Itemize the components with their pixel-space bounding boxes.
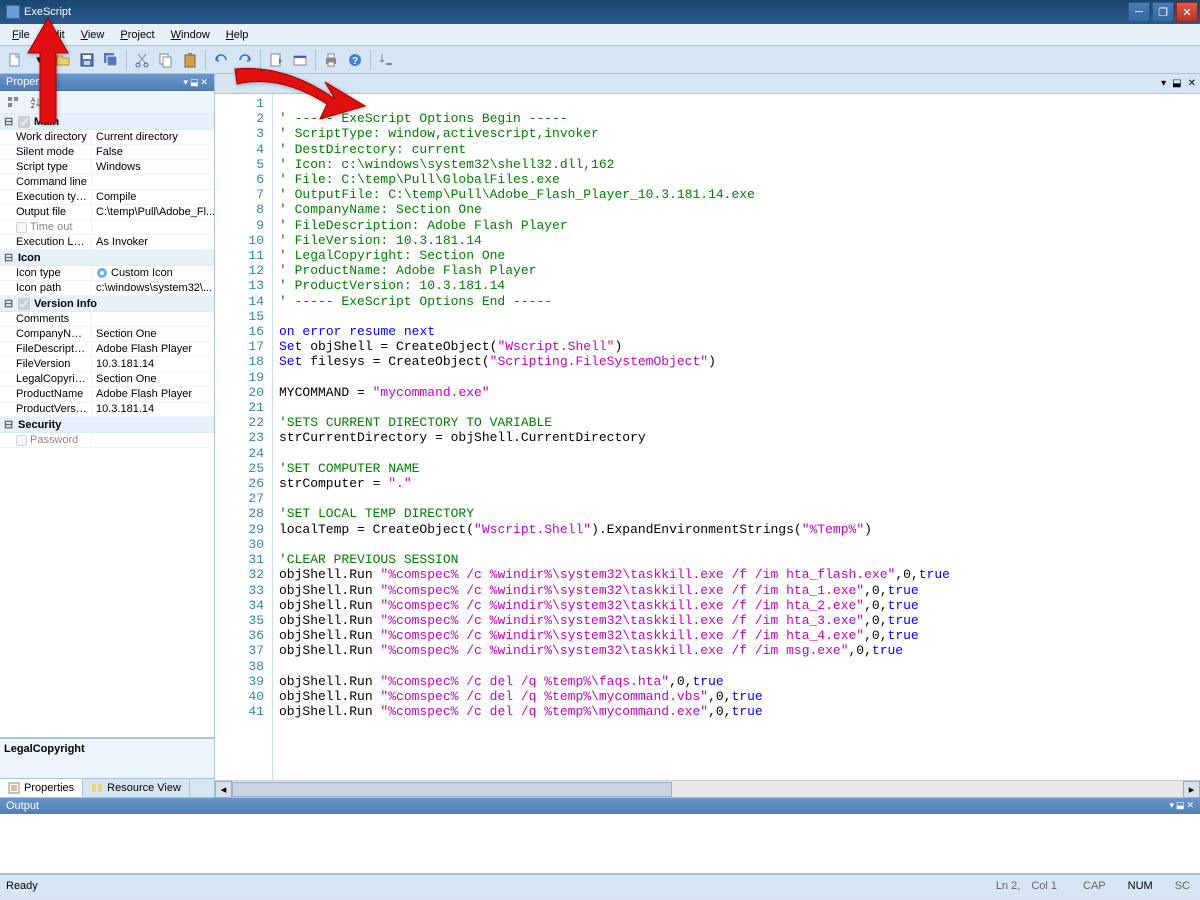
svg-text:Z: Z: [31, 104, 35, 108]
menubar: FileEditViewProjectWindowHelp: [0, 24, 1200, 46]
prop-password[interactable]: Password: [0, 433, 214, 448]
prop-legalcopyright[interactable]: LegalCopyrightSection One: [0, 372, 214, 387]
output-header: Output ▾ ⬓ ✕: [0, 798, 1200, 814]
menu-window[interactable]: Window: [163, 27, 218, 43]
prop-productname[interactable]: ProductNameAdobe Flash Player: [0, 387, 214, 402]
prop-comments[interactable]: Comments: [0, 312, 214, 327]
redo-icon[interactable]: [234, 49, 256, 71]
prop-command-line[interactable]: Command line: [0, 175, 214, 190]
alphabetical-icon[interactable]: AZ: [26, 93, 44, 111]
horizontal-scrollbar[interactable]: ◂ ▸: [215, 780, 1200, 797]
cut-icon[interactable]: [131, 49, 153, 71]
property-description: LegalCopyright: [0, 738, 214, 778]
status-cap: CAP: [1079, 880, 1110, 892]
tab-properties[interactable]: Properties: [0, 779, 83, 797]
prop-time-out[interactable]: Time out: [0, 220, 214, 235]
save-icon[interactable]: [76, 49, 98, 71]
code-content[interactable]: ' ----- ExeScript Options Begin -----' S…: [273, 94, 1200, 780]
prop-fileversion[interactable]: FileVersion10.3.181.14: [0, 357, 214, 372]
editor-panel: ▾ ⬓ ✕ 1234567891011121314151617181920212…: [215, 74, 1200, 797]
scroll-left-icon[interactable]: ◂: [215, 781, 232, 798]
properties-header: Properties ▾ ⬓ ✕: [0, 74, 214, 91]
app-title: ExeScript: [24, 6, 71, 18]
prop-work-directory[interactable]: Work directoryCurrent directory: [0, 130, 214, 145]
properties-panel: Properties ▾ ⬓ ✕ AZ ⊟MainWork directoryC…: [0, 74, 215, 797]
minimize-button[interactable]: ─: [1128, 2, 1150, 22]
prop-filedescription[interactable]: FileDescriptionAdobe Flash Player: [0, 342, 214, 357]
app-icon: [6, 5, 20, 19]
prop-execution-type[interactable]: Execution typeCompile: [0, 190, 214, 205]
titlebar: ExeScript ─ ❐ ✕: [0, 0, 1200, 24]
menu-file[interactable]: File: [4, 27, 38, 43]
open-icon[interactable]: [52, 49, 74, 71]
toolbar: ▾ ?: [0, 46, 1200, 74]
window-controls: ─ ❐ ✕: [1126, 2, 1198, 22]
panel-autohide-icon[interactable]: ⬓: [190, 77, 199, 88]
editor-close-icon[interactable]: ✕: [1188, 78, 1196, 89]
paste-icon[interactable]: [179, 49, 201, 71]
prop-icon-path[interactable]: Icon pathc:\windows\system32\...: [0, 281, 214, 296]
prop-icon-type[interactable]: Icon typeCustom Icon: [0, 266, 214, 281]
categorized-icon[interactable]: [4, 93, 22, 111]
print-icon[interactable]: [320, 49, 342, 71]
svg-text:?: ?: [352, 56, 358, 67]
status-num: NUM: [1124, 880, 1157, 892]
scroll-thumb[interactable]: [232, 782, 672, 797]
menu-view[interactable]: View: [73, 27, 113, 43]
execute-icon[interactable]: [289, 49, 311, 71]
editor-dropdown-icon[interactable]: ▾: [1161, 78, 1166, 89]
editor-tab-controls: ▾ ⬓ ✕: [215, 74, 1200, 94]
tab-resource-view[interactable]: Resource View: [83, 779, 190, 797]
output-panel: Output ▾ ⬓ ✕: [0, 797, 1200, 874]
new-dropdown-icon[interactable]: ▾: [28, 49, 50, 71]
overflow-icon[interactable]: [375, 49, 397, 71]
prop-script-type[interactable]: Script typeWindows: [0, 160, 214, 175]
build-icon[interactable]: [265, 49, 287, 71]
menu-project[interactable]: Project: [112, 27, 162, 43]
section-main[interactable]: ⊟Main: [0, 114, 214, 130]
property-grid[interactable]: ⊟MainWork directoryCurrent directorySile…: [0, 114, 214, 738]
line-gutter: 1234567891011121314151617181920212223242…: [215, 94, 273, 780]
output-pin-icon[interactable]: ⬓: [1176, 800, 1185, 812]
output-body[interactable]: [0, 814, 1200, 874]
code-editor[interactable]: 1234567891011121314151617181920212223242…: [215, 94, 1200, 780]
menu-edit[interactable]: Edit: [38, 27, 73, 43]
status-text: Ready: [6, 880, 38, 892]
section-icon[interactable]: ⊟Icon: [0, 250, 214, 266]
section-security[interactable]: ⊟Security: [0, 417, 214, 433]
prop-silent-mode[interactable]: Silent modeFalse: [0, 145, 214, 160]
panel-close-icon[interactable]: ✕: [200, 77, 208, 88]
help-icon[interactable]: ?: [344, 49, 366, 71]
scroll-right-icon[interactable]: ▸: [1183, 781, 1200, 798]
panel-pin-icon[interactable]: ▾: [183, 77, 188, 88]
output-dropdown-icon[interactable]: ▾: [1169, 800, 1174, 812]
prop-output-file[interactable]: Output fileC:\temp\Pull\Adobe_Fl...: [0, 205, 214, 220]
prop-execution-level[interactable]: Execution LevelAs Invoker: [0, 235, 214, 250]
editor-pin-icon[interactable]: ⬓: [1172, 78, 1181, 89]
output-close-icon[interactable]: ✕: [1186, 800, 1194, 812]
save-all-icon[interactable]: [100, 49, 122, 71]
panel-tabs: Properties Resource View: [0, 778, 214, 797]
maximize-button[interactable]: ❐: [1152, 2, 1174, 22]
prop-productversion[interactable]: ProductVersion10.3.181.14: [0, 402, 214, 417]
prop-companyname[interactable]: CompanyNameSection One: [0, 327, 214, 342]
section-version-info[interactable]: ⊟Version Info: [0, 296, 214, 312]
close-button[interactable]: ✕: [1176, 2, 1198, 22]
statusbar: Ready Ln 2, Col 1 CAP NUM SC: [0, 874, 1200, 896]
properties-title: Properties: [6, 76, 56, 88]
output-title: Output: [6, 800, 39, 812]
undo-icon[interactable]: [210, 49, 232, 71]
new-icon[interactable]: [4, 49, 26, 71]
menu-help[interactable]: Help: [218, 27, 257, 43]
status-line: Ln 2, Col 1: [988, 880, 1065, 892]
status-sc: SC: [1171, 880, 1194, 892]
copy-icon[interactable]: [155, 49, 177, 71]
